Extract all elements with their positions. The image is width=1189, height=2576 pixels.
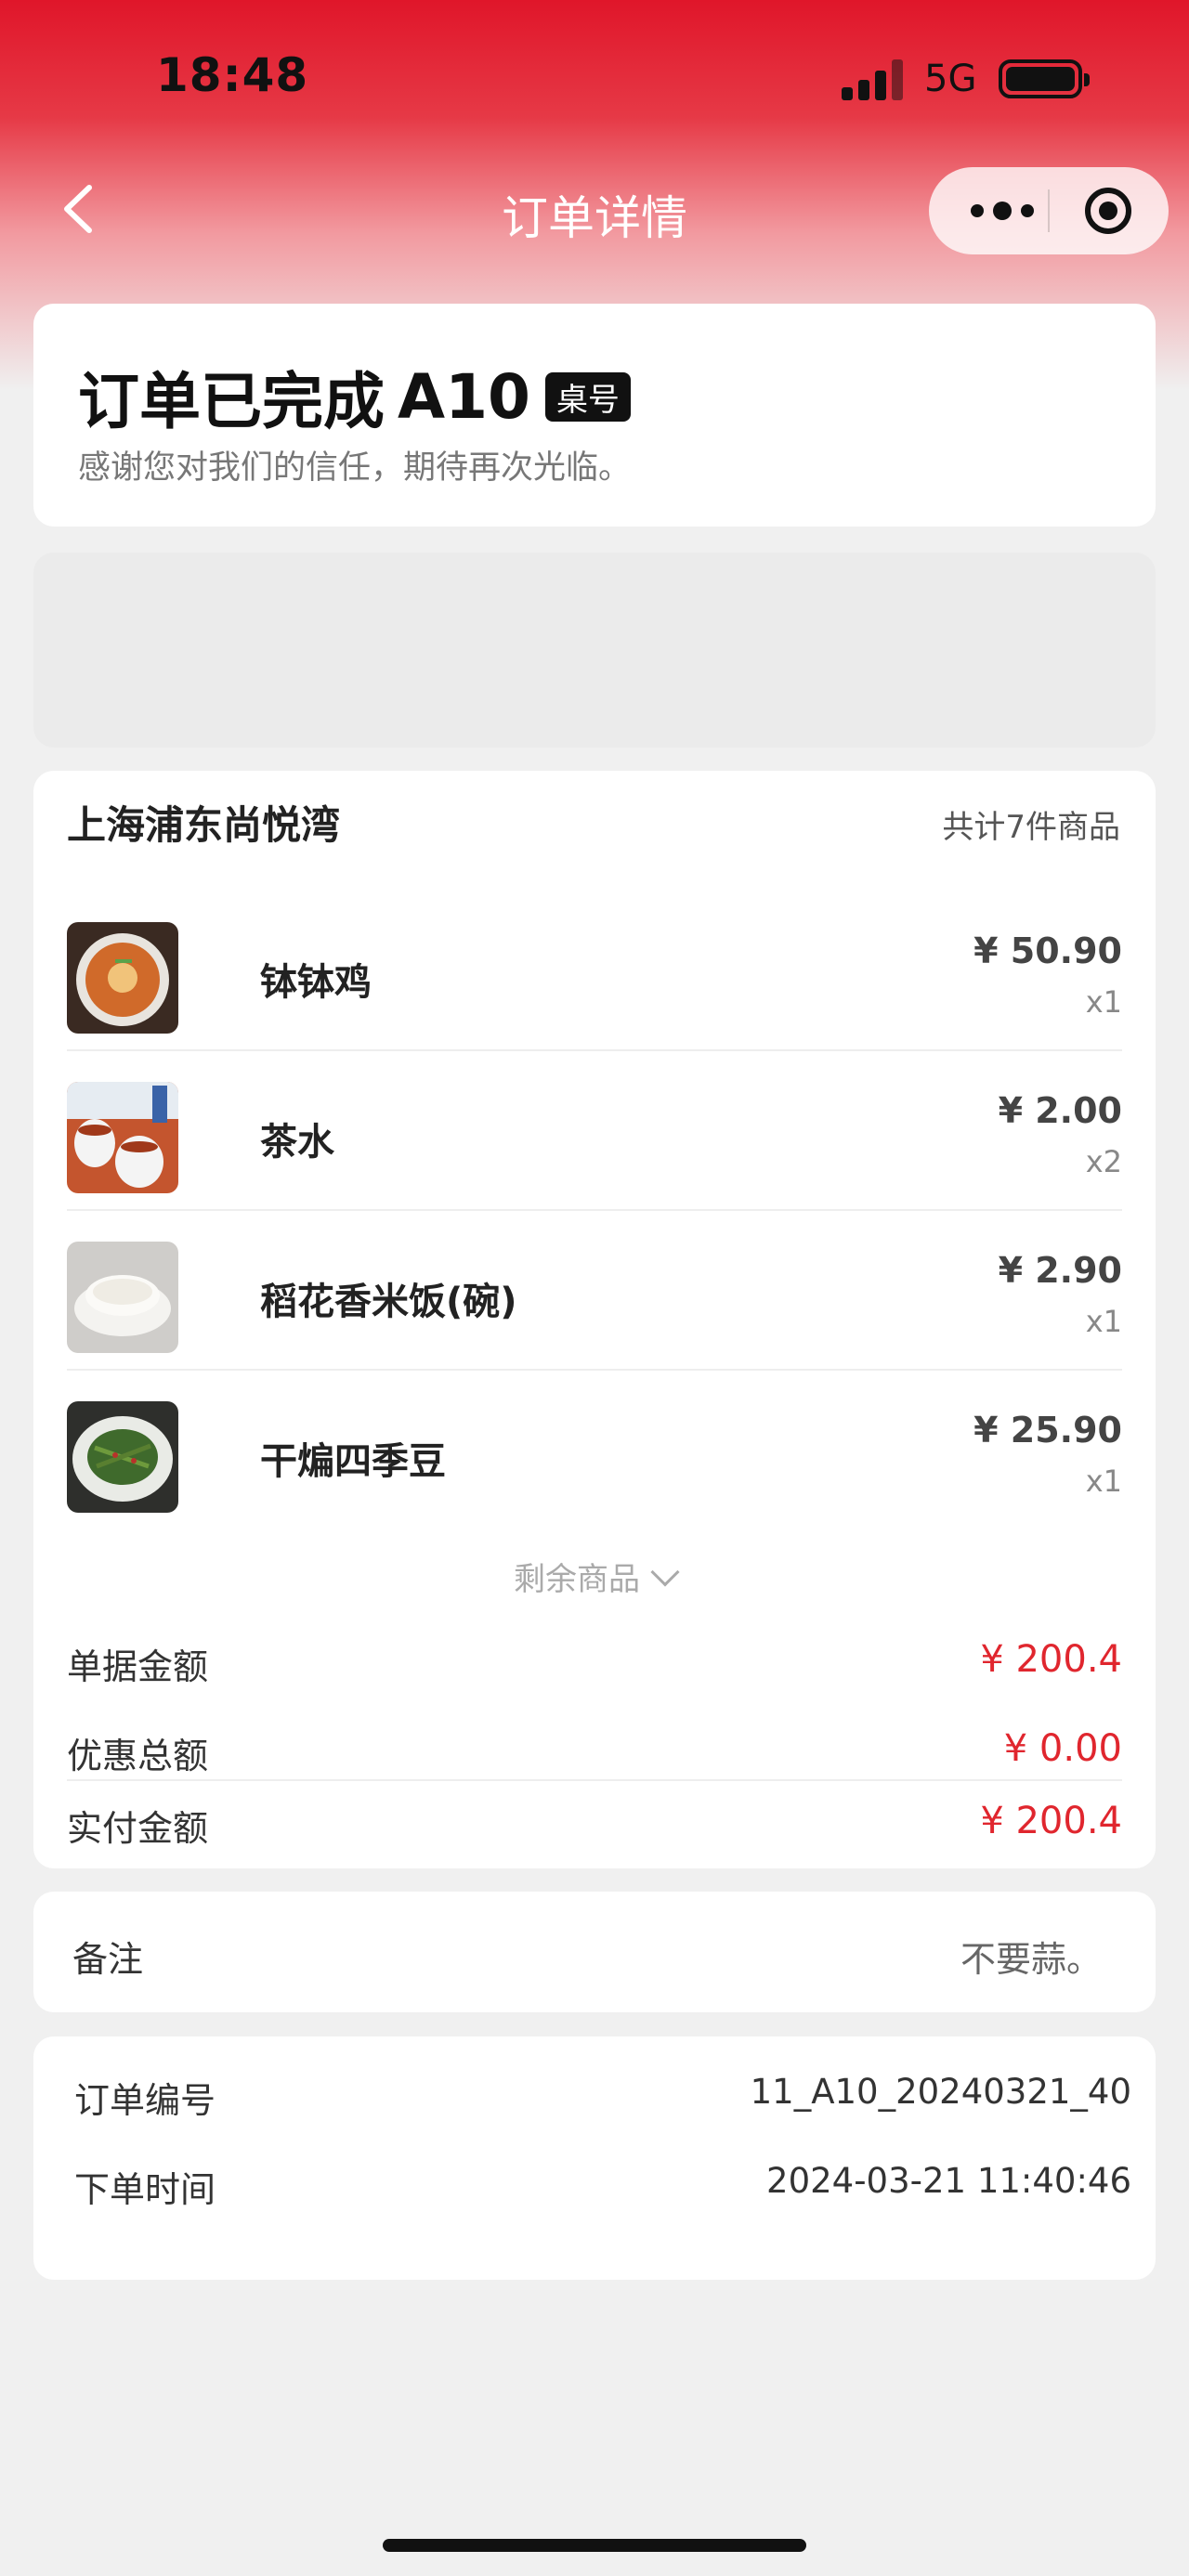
dish-quantity: x1: [1085, 1304, 1122, 1339]
dish-price: ¥ 2.90: [998, 1250, 1122, 1291]
signal-icon: [842, 59, 907, 100]
show-more-items-button[interactable]: 剩余商品: [33, 1554, 1156, 1599]
order-info-card: 订单编号 11_A10_20240321_40 下单时间 2024-03-21 …: [33, 2036, 1156, 2280]
more-icon[interactable]: [962, 167, 1042, 254]
store-name: 上海浦东尚悦湾: [67, 802, 341, 848]
dish-price: ¥ 2.00: [998, 1090, 1122, 1131]
dish-name: 稻花香米饭(碗): [260, 1281, 517, 1323]
item-count: 共计7件商品: [942, 809, 1120, 846]
order-number-row: 订单编号 11_A10_20240321_40: [74, 2072, 1131, 2127]
list-item: 干煸四季豆 ¥ 25.90 x1: [67, 1371, 1122, 1530]
list-item: 钵钵鸡 ¥ 50.90 x1: [67, 891, 1122, 1051]
more-items-label: 剩余商品: [514, 1561, 640, 1598]
close-miniprogram-icon[interactable]: [1085, 188, 1131, 234]
network-type: 5G: [924, 58, 977, 100]
dish-image: [67, 1082, 178, 1193]
order-status-title: 订单已完成 A10 桌号: [78, 352, 631, 441]
note-card: 备注 不要蒜。: [33, 1892, 1156, 2012]
dish-image: [67, 1242, 178, 1353]
dish-image: [67, 922, 178, 1034]
table-badge: 桌号: [544, 371, 631, 422]
chevron-down-icon: [650, 1557, 680, 1587]
dish-price: ¥ 25.90: [973, 1410, 1122, 1451]
summary-row-paid: 实付金额 ¥ 200.4: [67, 1779, 1122, 1868]
summary-label: 单据金额: [67, 1646, 209, 1687]
dish-quantity: x1: [1085, 1464, 1122, 1499]
dish-name: 茶水: [260, 1121, 334, 1164]
battery-icon: [999, 59, 1090, 98]
dish-image: [67, 1401, 178, 1513]
dish-quantity: x2: [1085, 1144, 1122, 1179]
status-time: 18:48: [156, 48, 309, 102]
list-item: 茶水 ¥ 2.00 x2: [67, 1051, 1122, 1211]
summary-value: ¥ 200.4: [980, 1800, 1122, 1842]
dish-price: ¥ 50.90: [973, 930, 1122, 971]
order-time: 2024-03-21 11:40:46: [766, 2161, 1131, 2201]
summary-label: 优惠总额: [67, 1736, 209, 1776]
info-label: 订单编号: [74, 2080, 216, 2121]
summary-label: 实付金额: [67, 1808, 209, 1849]
dish-name: 钵钵鸡: [260, 961, 372, 1004]
status-text: 订单已完成: [78, 366, 385, 437]
order-items-card: 上海浦东尚悦湾 共计7件商品 钵钵鸡 ¥ 50.90 x1 茶水 ¥ 2.00 …: [33, 771, 1156, 1868]
order-number: 11_A10_20240321_40: [750, 2072, 1131, 2112]
order-time-row: 下单时间 2024-03-21 11:40:46: [74, 2161, 1131, 2217]
banner-placeholder: [33, 553, 1156, 748]
status-subtitle: 感谢您对我们的信任，期待再次光临。: [78, 449, 632, 487]
dish-quantity: x1: [1085, 984, 1122, 1020]
summary-value: ¥ 200.4: [980, 1638, 1122, 1681]
dish-name: 干煸四季豆: [260, 1440, 446, 1483]
table-number: A10: [398, 360, 530, 433]
summary-value: ¥ 0.00: [1003, 1727, 1122, 1770]
mini-program-capsule: [929, 167, 1169, 254]
capsule-divider: [1048, 189, 1050, 232]
status-bar: 18:48 5G: [0, 0, 1189, 163]
info-label: 下单时间: [74, 2169, 216, 2210]
home-indicator: [383, 2539, 806, 2552]
note-value: 不要蒜。: [960, 1939, 1102, 1980]
order-status-card: 订单已完成 A10 桌号 感谢您对我们的信任，期待再次光临。: [33, 304, 1156, 527]
note-label: 备注: [72, 1939, 144, 1980]
list-item: 稻花香米饭(碗) ¥ 2.90 x1: [67, 1211, 1122, 1371]
summary-row-bill-amount: 单据金额 ¥ 200.4: [67, 1618, 1122, 1707]
